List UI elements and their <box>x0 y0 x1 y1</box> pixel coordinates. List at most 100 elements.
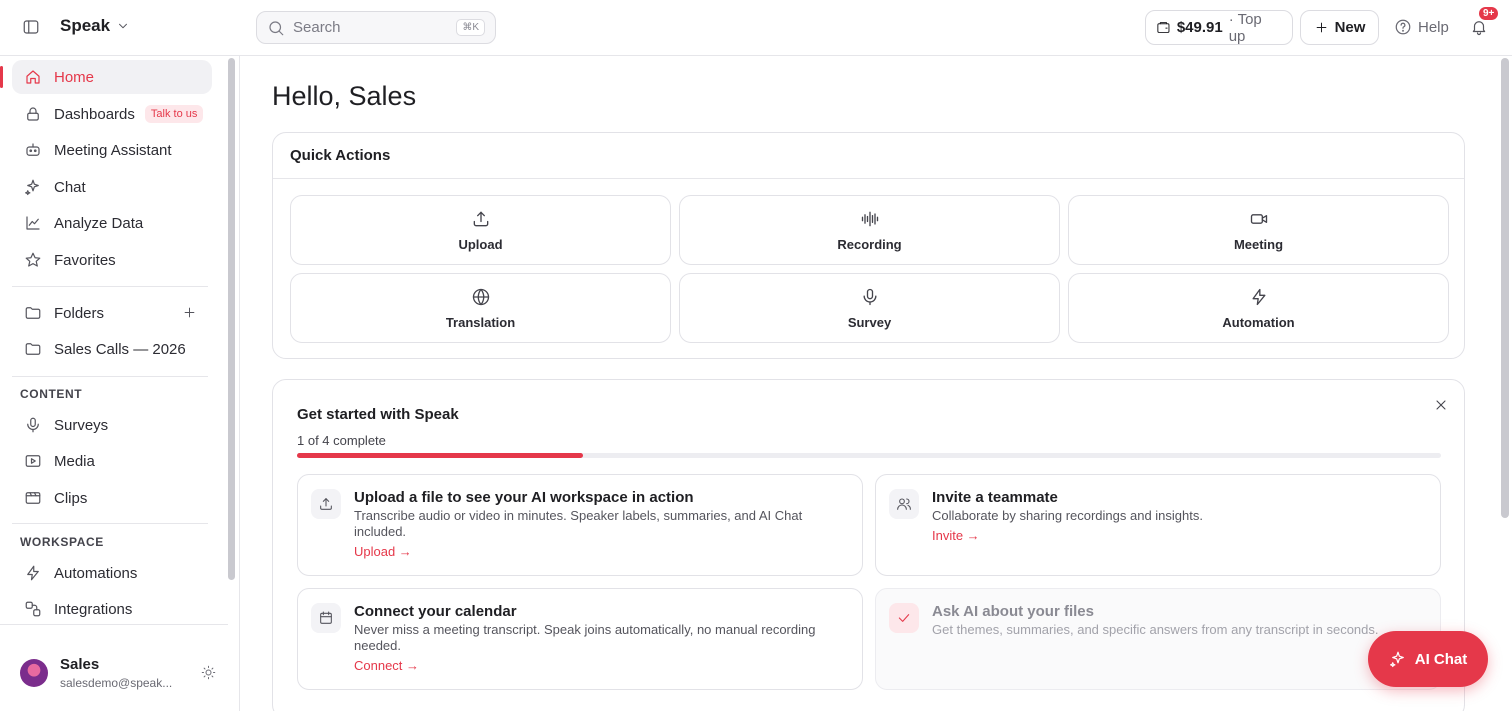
upload-link[interactable]: Upload → <box>354 544 412 559</box>
sun-icon[interactable] <box>201 665 216 680</box>
page-title: Hello, Sales <box>272 81 417 111</box>
progress-label: 1 of 4 complete <box>297 433 386 448</box>
upload-icon <box>473 211 488 226</box>
sidebar-item-sales-calls-folder[interactable]: Sales Calls — 2026 <box>12 332 212 366</box>
main-scrollbar[interactable] <box>1501 58 1509 518</box>
credit-topup-button[interactable]: $49.91 · Top up <box>1145 10 1293 45</box>
sidebar-item-label: Chat <box>54 178 86 196</box>
notification-badge: 9+ <box>1479 7 1499 20</box>
sidebar-item-label: Clips <box>54 489 88 507</box>
folder-icon <box>25 307 41 319</box>
sidebar-toggle-icon[interactable] <box>22 18 40 36</box>
media-icon <box>25 455 41 467</box>
task-title: Upload a file to see your AI workspace i… <box>354 489 694 506</box>
connect-link[interactable]: Connect → <box>354 658 419 673</box>
recording-action-card[interactable]: Recording <box>679 195 1060 265</box>
task-card-invite: Invite a teammate Collaborate by sharing… <box>875 474 1441 576</box>
ai-chat-label: AI Chat <box>1414 650 1468 668</box>
new-label: New <box>1334 19 1366 36</box>
folder-icon <box>25 343 41 355</box>
search-input[interactable]: Search ⌘K <box>256 11 496 44</box>
sidebar-item-home[interactable]: Home <box>0 60 212 94</box>
action-label: Automation <box>1222 314 1295 330</box>
bolt-icon <box>27 565 39 581</box>
action-label: Survey <box>847 314 892 330</box>
talk-to-us-badge[interactable]: Talk to us <box>144 105 204 123</box>
upload-action-card[interactable]: Upload <box>290 195 671 265</box>
task-description: Collaborate by sharing recordings and in… <box>932 508 1203 523</box>
clips-icon <box>25 492 41 504</box>
lock-icon <box>27 107 39 121</box>
home-icon <box>26 70 40 84</box>
sidebar-item-label: Automations <box>54 564 138 582</box>
sidebar-item-meeting-assistant[interactable]: Meeting Assistant <box>12 133 212 167</box>
action-label: Recording <box>837 236 902 252</box>
avatar <box>20 659 48 687</box>
sidebar-divider <box>12 523 208 524</box>
credit-amount: $49.91 <box>1176 19 1223 36</box>
sparkle-icon <box>1389 651 1404 668</box>
sidebar-scrollbar[interactable] <box>228 58 235 580</box>
get-started-panel: Get started with Speak 1 of 4 complete U… <box>272 379 1465 711</box>
survey-action-card[interactable]: Survey <box>679 273 1060 343</box>
search-icon <box>269 20 284 35</box>
translation-action-card[interactable]: Translation <box>290 273 671 343</box>
waveform-icon <box>861 211 878 226</box>
sidebar-divider <box>12 286 208 287</box>
chart-icon <box>26 216 40 230</box>
quick-actions-panel: Quick Actions Upload Recording Meeting T… <box>272 132 1465 359</box>
video-icon <box>1250 213 1267 224</box>
action-label: Translation <box>445 314 516 330</box>
bot-icon <box>26 143 40 156</box>
sidebar-item-label: Dashboards <box>54 105 135 123</box>
sidebar-item-label: Integrations <box>54 600 133 618</box>
bolt-icon <box>1252 288 1265 305</box>
sidebar-item-surveys[interactable]: Surveys <box>12 408 212 442</box>
quick-actions-title: Quick Actions <box>290 147 391 164</box>
sidebar-item-integrations[interactable]: Integrations <box>12 592 212 626</box>
bell-icon[interactable] <box>1470 18 1488 36</box>
new-button[interactable]: New <box>1300 10 1379 45</box>
task-description: Transcribe audio or video in minutes. Sp… <box>354 508 803 539</box>
sidebar-item-label: Sales Calls — 2026 <box>54 340 186 358</box>
sidebar-item-label: Meeting Assistant <box>54 141 172 159</box>
task-card-upload: Upload a file to see your AI workspace i… <box>297 474 863 576</box>
sidebar-item-label: Folders <box>54 304 105 322</box>
progress-fill <box>297 453 583 458</box>
help-button[interactable]: Help <box>1394 18 1449 36</box>
mic-icon <box>27 417 39 433</box>
user-name: Sales <box>60 656 100 673</box>
sidebar-item-media[interactable]: Media <box>12 444 212 478</box>
sidebar-item-clips[interactable]: Clips <box>12 481 212 515</box>
search-shortcut: ⌘K <box>456 19 485 36</box>
sidebar-item-automations[interactable]: Automations <box>12 556 212 590</box>
ai-chat-button[interactable]: AI Chat <box>1368 631 1488 687</box>
mic-icon <box>863 288 876 305</box>
close-icon[interactable] <box>1433 397 1449 413</box>
panel-divider <box>273 178 1464 179</box>
wallet-icon <box>1157 22 1170 33</box>
sidebar-item-dashboards[interactable]: Dashboards Talk to us <box>12 97 212 131</box>
help-label: Help <box>1418 18 1449 36</box>
meeting-action-card[interactable]: Meeting <box>1068 195 1449 265</box>
users-icon <box>889 489 919 519</box>
add-folder-icon[interactable] <box>182 305 197 320</box>
sidebar: Home Dashboards Talk to us Meeting Assis… <box>0 56 240 711</box>
sidebar-item-analyze-data[interactable]: Analyze Data <box>12 206 212 240</box>
automation-action-card[interactable]: Automation <box>1068 273 1449 343</box>
help-circle-icon <box>1395 19 1411 35</box>
check-icon <box>889 603 919 633</box>
invite-link[interactable]: Invite → <box>932 528 980 543</box>
get-started-title: Get started with Speak <box>297 406 459 423</box>
top-bar: Speak Search ⌘K $49.91 · Top up New Help… <box>0 0 1512 56</box>
sidebar-item-label: Analyze Data <box>54 214 144 232</box>
workspace-switcher[interactable]: Speak <box>60 16 130 36</box>
calendar-icon <box>311 603 341 633</box>
sidebar-item-chat[interactable]: Chat <box>12 170 212 204</box>
integrations-icon <box>25 601 41 617</box>
task-description: Get themes, summaries, and specific answ… <box>932 622 1379 637</box>
brand-name: Speak <box>60 16 111 35</box>
user-email: salesdemo@speak... <box>60 676 173 690</box>
user-profile[interactable]: Sales salesdemo@speak... <box>0 624 228 711</box>
sidebar-item-favorites[interactable]: Favorites <box>12 243 212 277</box>
